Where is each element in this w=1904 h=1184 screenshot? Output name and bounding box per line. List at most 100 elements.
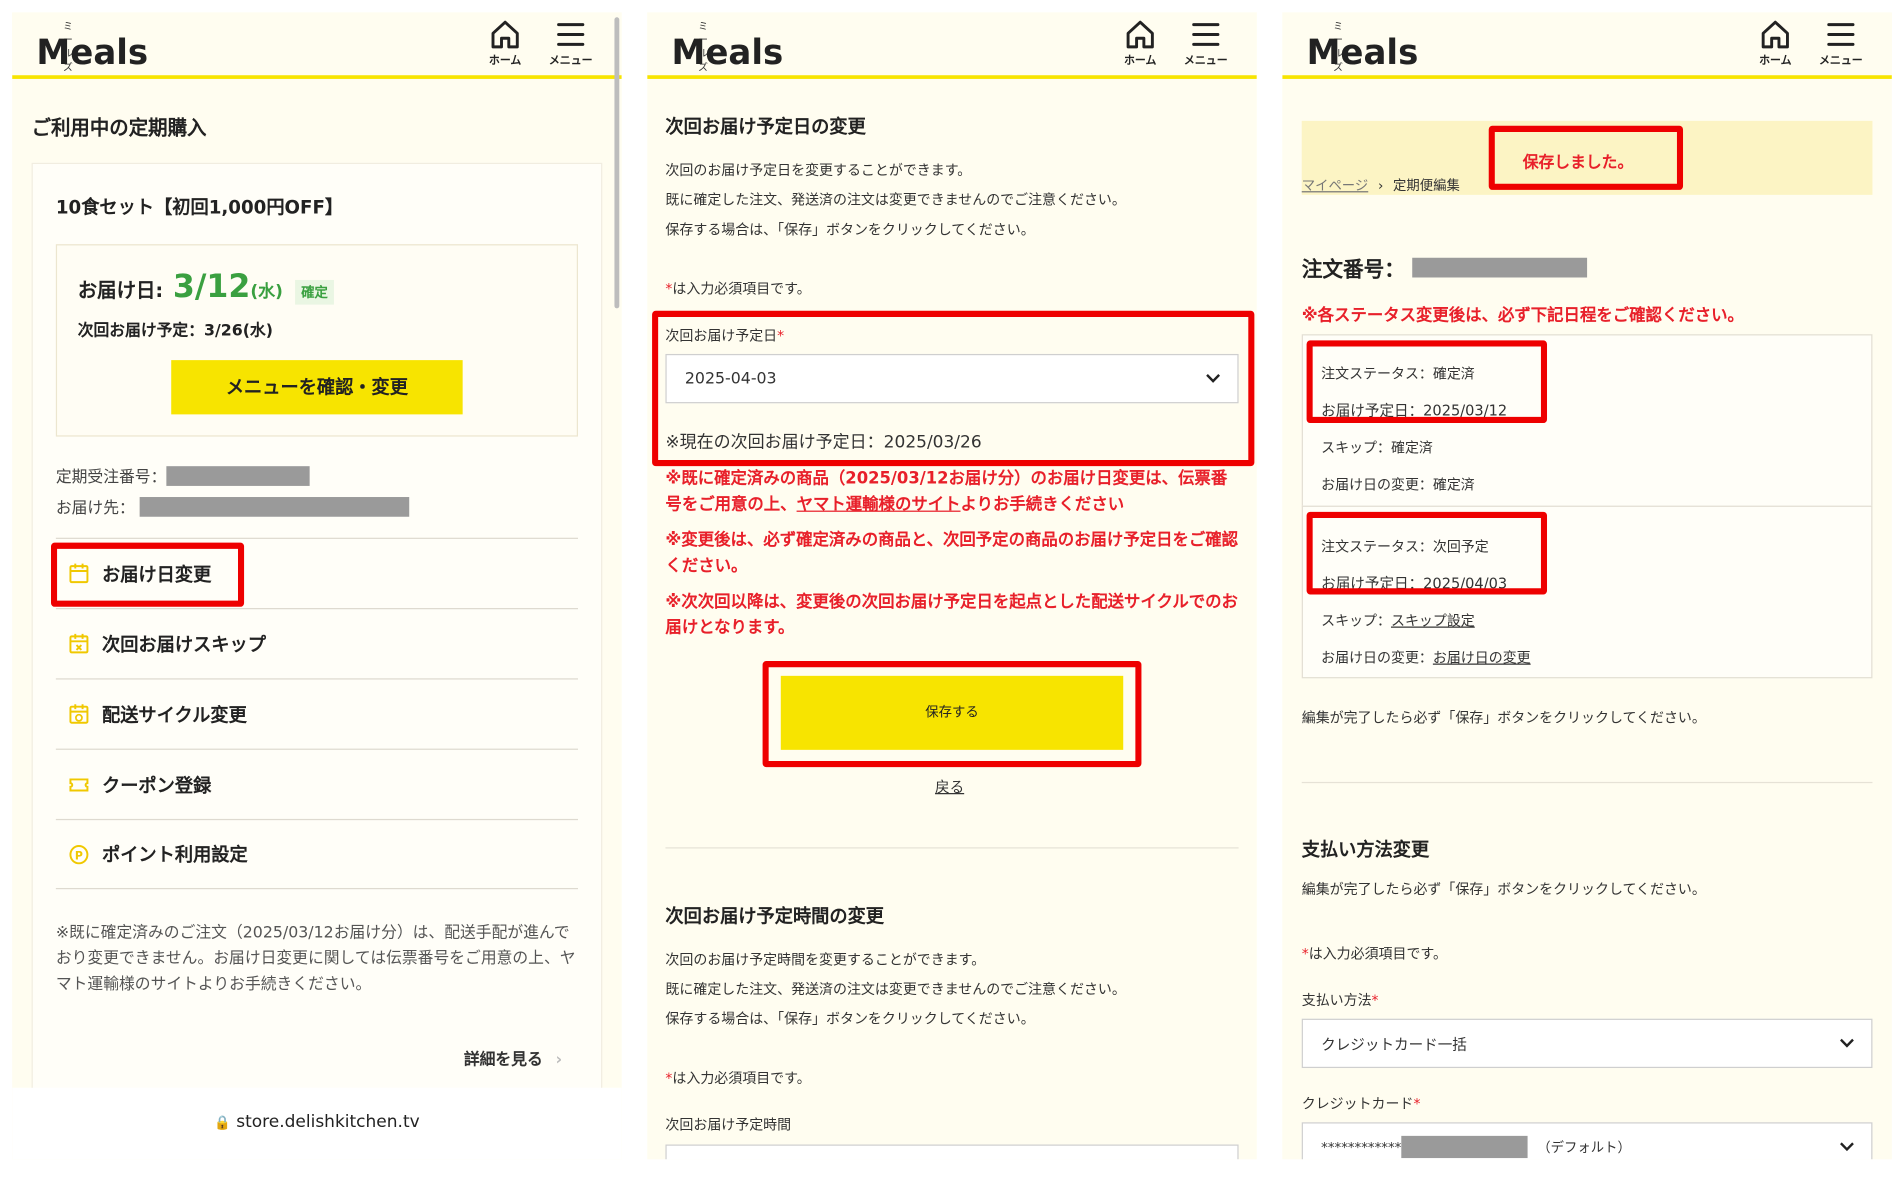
point-icon: P [69,844,89,864]
order-number-row: 注文番号： [1301,252,1588,283]
required-note-text: は入力必須項目です。 [1308,944,1447,962]
warning-text: よりお手続きください [960,494,1125,515]
description-line: 保存する場合は、「保存」ボタンをクリックしてください。 [665,1010,1035,1028]
home-icon [1761,20,1789,49]
description-line: 既に確定した注文、発送済の注文は変更できませんのでご注意ください。 [665,191,1126,209]
delivery-date-row: お届け日: 3/12 (水) 確定 [78,269,334,306]
home-label: ホーム [1123,55,1157,68]
divider [665,847,1239,849]
scrollbar[interactable] [614,17,620,309]
address-row: お届け先： [55,495,410,518]
menu-item-label: 次回お届けスキップ [102,633,266,656]
home-button[interactable]: ホーム [1751,20,1800,74]
yamato-link[interactable]: ヤマト運輸様のサイト [797,495,961,515]
hamburger-icon [1192,23,1220,46]
back-link[interactable]: 戻る [935,776,964,797]
time-field-label: 次回お届け予定時間 [665,1116,792,1134]
breadcrumb: マイページ › 定期便編集 [1302,175,1460,195]
menu-item-label: 配送サイクル変更 [102,703,247,726]
delivery-date: 3/12 [172,268,251,306]
required-note: *は入力必須項目です。 [665,1069,811,1087]
section-title-time: 次回お届け予定時間の変更 [665,905,885,928]
chevron-right-icon: › [555,1050,563,1070]
delivery-label: お届け日: [77,278,164,303]
menu-button[interactable]: メニュー [1817,20,1866,74]
save-reminder: 編集が完了したら必ず「保存」ボタンをクリックしてください。 [1301,709,1706,727]
menu-item-coupon[interactable]: クーポン登録 [55,748,579,819]
payment-method-select[interactable]: クレジットカード一括 [1301,1018,1873,1069]
date-description: 次回のお届け予定日を変更することができます。 既に確定した注文、発送済の注文は変… [665,155,1125,244]
credit-card-select[interactable]: ************ （デフォルト） [1301,1122,1873,1160]
home-icon [1126,20,1154,49]
hamburger-icon [557,23,585,46]
divider [1301,781,1873,784]
order-number-row: 定期受注番号： [56,464,310,487]
delivery-dow: (水) [250,282,283,303]
plan-name: 10食セット【初回1,000円OFF】 [55,196,344,219]
menu-item-cycle[interactable]: 配送サイクル変更 [55,678,579,748]
warning-confirm: ※変更後は、必ず確定済みの商品と、次回予定の商品のお届け予定日をご確認ください。 [665,530,1239,576]
next-delivery: 次回お届け予定：3/26(水) [77,321,273,341]
warning-cycle: ※次次回以降は、変更後の次回お届け予定日を起点とした配送サイクルでのお届けとなり… [665,591,1238,638]
confirmed-order-note: ※既に確定済みのご注文（2025/03/12お届け分）は、配送手配が進んでおり変… [55,923,576,995]
highlight-box [762,661,1142,768]
change-date-link[interactable]: お届け日の変更 [1433,649,1531,666]
redacted-order-number [1412,257,1588,277]
menu-label: メニュー [548,55,593,68]
home-label: ホーム [1759,55,1792,68]
order-skip: スキップ：確定済 [1321,439,1433,457]
card-mask: ************ [1321,1138,1402,1155]
app-header: ミールズ Meals ホーム メニュー [1282,12,1892,79]
breadcrumb-current: 定期便編集 [1393,177,1460,194]
required-note: *は入力必須項目です。 [1301,944,1447,962]
payment-method-label-text: 支払い方法 [1301,991,1372,1009]
page-title: ご利用中の定期購入 [31,115,207,140]
address-label: お届け先： [55,499,135,518]
chevron-right-icon: › [1377,176,1384,194]
menu-item-points[interactable]: P ポイント利用設定 [55,818,579,890]
credit-card-label: クレジットカード* [1301,1095,1421,1113]
menu-item-label: ポイント利用設定 [102,843,248,866]
svg-text:P: P [75,849,83,862]
logo-text: Meals [1306,32,1419,73]
details-link-label: 詳細を見る [463,1050,543,1070]
menu-confirm-button[interactable]: メニューを確認・変更 [171,360,463,415]
app-header: ミールズ Meals ホーム メニュー [647,12,1257,79]
home-button[interactable]: ホーム [1116,20,1165,74]
browser-url-bar[interactable]: 🔒 store.delishkitchen.tv [12,1087,622,1160]
order-change: お届け日の変更：確定済 [1321,476,1475,494]
description-line: 次回のお届け予定時間を変更することができます。 [665,950,986,969]
order-number-label: 注文番号： [1301,257,1405,283]
warning-yamato: ※既に確定済みの商品（2025/03/12お届け分）のお届け日変更は、伝票番号を… [665,466,1241,518]
menu-button[interactable]: メニュー [1182,20,1231,74]
breadcrumb-mypage[interactable]: マイページ [1302,175,1369,195]
app-header: ミールズ Meals ホーム メニュー [12,12,622,79]
card-default-label: （デフォルト） [1537,1139,1631,1156]
logo-text: Meals [36,32,149,73]
required-note: *は入力必須項目です。 [665,279,811,298]
skip-label: スキップ： [1321,611,1391,629]
time-description: 次回のお届け予定時間を変更することができます。 既に確定した注文、発送済の注文は… [665,945,1125,1034]
description-line: 次回のお届け予定日を変更することができます。 [665,161,972,179]
redacted-order-number [166,465,310,486]
delivery-change-panel: ミールズ Meals ホーム メニュー 次回お届け予定日の変更 次回のお届け予定… [647,12,1257,1160]
menu-button[interactable]: メニュー [546,20,595,74]
description-line: 既に確定した注文、発送済の注文は変更できませんのでご注意ください。 [665,980,1126,998]
home-button[interactable]: ホーム [481,20,530,74]
highlight-box [1306,511,1548,595]
url-text: store.delishkitchen.tv [236,1112,420,1133]
payment-method-value: クレジットカード一括 [1321,1035,1467,1053]
delivery-time-select[interactable] [665,1144,1239,1160]
home-label: ホーム [488,55,522,68]
menu-item-label: クーポン登録 [102,773,212,797]
highlight-box [1306,340,1548,424]
status-warning: ※各ステータス変更後は、必ず下記日程をご確認ください。 [1301,305,1744,326]
home-icon [491,20,519,49]
highlight-box [51,542,245,607]
calendar-cycle-icon [69,704,89,724]
menu-item-skip[interactable]: 次回お届けスキップ [55,608,579,678]
skip-settings-link[interactable]: スキップ設定 [1391,612,1475,629]
lock-icon: 🔒 [214,1114,231,1131]
coupon-icon [69,778,89,792]
details-link[interactable]: 詳細を見る › [464,1046,562,1069]
